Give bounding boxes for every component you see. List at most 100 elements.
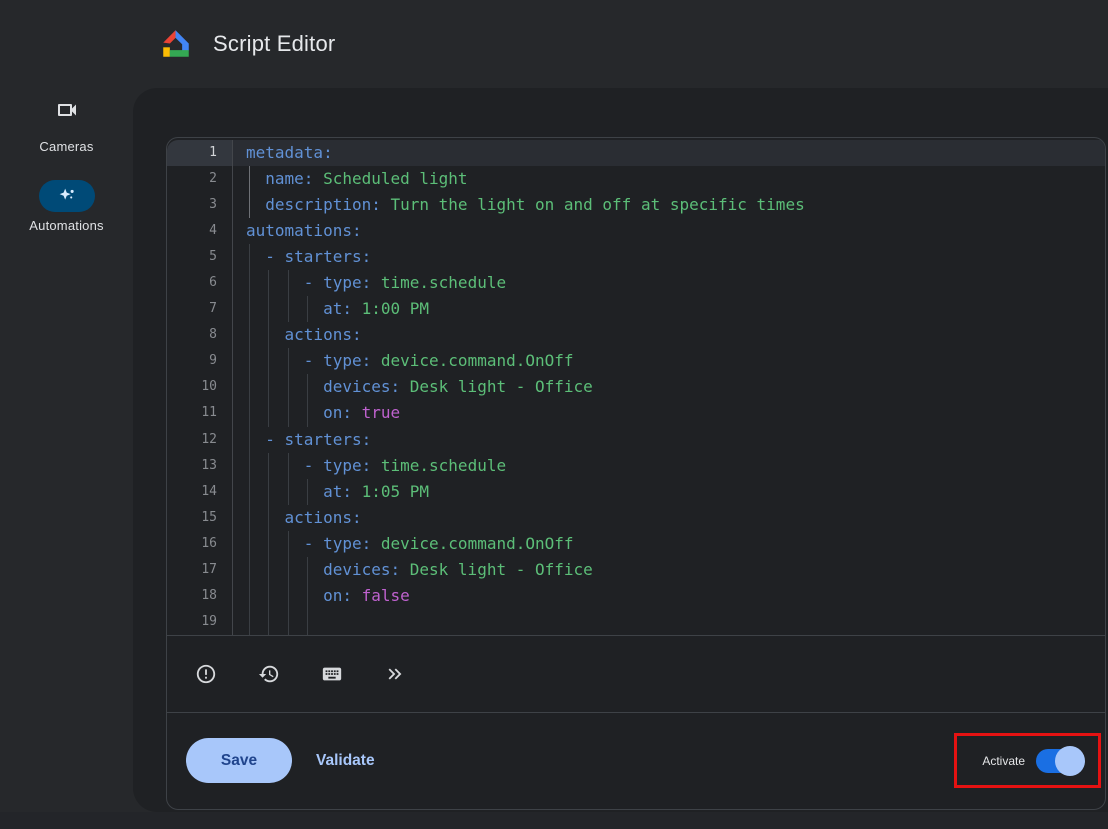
code-content: on: false — [233, 583, 1105, 609]
indent-guide — [268, 296, 269, 322]
indent-guide — [249, 166, 250, 192]
activate-highlight-box: Activate — [954, 733, 1101, 788]
line-number: 19 — [167, 609, 233, 635]
indent-guide — [288, 374, 289, 400]
indent-guide — [249, 270, 250, 296]
code-content: metadata: — [233, 140, 1105, 166]
indent-guide — [268, 453, 269, 479]
indent-guide — [249, 505, 250, 531]
line-number: 3 — [167, 192, 233, 218]
save-button[interactable]: Save — [186, 738, 292, 783]
indent-guide — [268, 374, 269, 400]
indent-guide — [249, 531, 250, 557]
code-content: - type: device.command.OnOff — [233, 348, 1105, 374]
code-content: actions: — [233, 505, 1105, 531]
indent-guide — [268, 557, 269, 583]
indent-guide — [249, 427, 250, 453]
code-line[interactable]: 1metadata: — [167, 140, 1105, 166]
line-number: 10 — [167, 374, 233, 400]
indent-guide — [288, 296, 289, 322]
indent-guide — [268, 531, 269, 557]
code-line[interactable]: 17 devices: Desk light - Office — [167, 557, 1105, 583]
code-line[interactable]: 11 on: true — [167, 400, 1105, 426]
indent-guide — [307, 557, 308, 583]
editor-toolbar — [167, 635, 1105, 712]
active-item-pill — [39, 180, 95, 212]
keyboard-icon[interactable] — [320, 662, 344, 686]
code-line[interactable]: 3 description: Turn the light on and off… — [167, 192, 1105, 218]
indent-guide — [307, 374, 308, 400]
indent-guide — [307, 609, 308, 635]
code-line[interactable]: 8 actions: — [167, 322, 1105, 348]
code-line[interactable]: 12 - starters: — [167, 427, 1105, 453]
line-number: 8 — [167, 322, 233, 348]
code-line[interactable]: 13 - type: time.schedule — [167, 453, 1105, 479]
indent-guide — [288, 609, 289, 635]
activate-toggle[interactable] — [1036, 749, 1082, 773]
indent-guide — [249, 322, 250, 348]
code-line[interactable]: 10 devices: Desk light - Office — [167, 374, 1105, 400]
code-line[interactable]: 6 - type: time.schedule — [167, 270, 1105, 296]
code-content: name: Scheduled light — [233, 166, 1105, 192]
code-content: - type: time.schedule — [233, 270, 1105, 296]
history-icon[interactable] — [257, 662, 281, 686]
line-number: 2 — [167, 166, 233, 192]
code-content: devices: Desk light - Office — [233, 557, 1105, 583]
sidebar-item-automations[interactable]: Automations — [0, 180, 133, 233]
indent-guide — [268, 348, 269, 374]
line-number: 13 — [167, 453, 233, 479]
indent-guide — [249, 583, 250, 609]
code-line[interactable]: 9 - type: device.command.OnOff — [167, 348, 1105, 374]
code-line[interactable]: 7 at: 1:00 PM — [167, 296, 1105, 322]
code-lines[interactable]: 1metadata:2 name: Scheduled light3 descr… — [167, 138, 1105, 635]
indent-guide — [268, 270, 269, 296]
code-content: - starters: — [233, 427, 1105, 453]
code-content: description: Turn the light on and off a… — [233, 192, 1105, 218]
script-editor-card: 1metadata:2 name: Scheduled light3 descr… — [166, 137, 1106, 810]
code-line[interactable]: 2 name: Scheduled light — [167, 166, 1105, 192]
app-header: Script Editor — [0, 0, 1108, 88]
indent-guide — [249, 192, 250, 218]
line-number: 14 — [167, 479, 233, 505]
code-content: - starters: — [233, 244, 1105, 270]
indent-guide — [249, 374, 250, 400]
code-line[interactable]: 5 - starters: — [167, 244, 1105, 270]
error-outline-icon[interactable] — [194, 662, 218, 686]
sidebar-item-cameras[interactable]: Cameras — [0, 98, 133, 154]
code-line[interactable]: 15 actions: — [167, 505, 1105, 531]
sidebar-item-label: Automations — [0, 218, 133, 233]
indent-guide — [268, 609, 269, 635]
indent-guide — [249, 479, 250, 505]
sparkle-icon — [56, 185, 78, 207]
code-content: on: true — [233, 400, 1105, 426]
videocam-icon — [55, 98, 79, 122]
code-content: at: 1:05 PM — [233, 479, 1105, 505]
action-bar: Save Validate Activate — [167, 712, 1105, 808]
code-line[interactable]: 19 — [167, 609, 1105, 635]
indent-guide — [249, 557, 250, 583]
google-home-logo — [159, 27, 193, 61]
code-line[interactable]: 14 at: 1:05 PM — [167, 479, 1105, 505]
indent-guide — [288, 479, 289, 505]
main-panel: 1metadata:2 name: Scheduled light3 descr… — [133, 88, 1108, 812]
indent-guide — [268, 400, 269, 426]
code-content: - type: device.command.OnOff — [233, 531, 1105, 557]
code-content: actions: — [233, 322, 1105, 348]
line-number: 4 — [167, 218, 233, 244]
indent-guide — [249, 296, 250, 322]
line-number: 1 — [167, 140, 233, 166]
line-number: 12 — [167, 427, 233, 453]
double-arrow-right-icon[interactable] — [383, 662, 407, 686]
indent-guide — [249, 453, 250, 479]
page-title: Script Editor — [213, 31, 335, 57]
code-content: at: 1:00 PM — [233, 296, 1105, 322]
bottom-strip — [0, 812, 1108, 829]
validate-button[interactable]: Validate — [302, 744, 389, 778]
code-line[interactable]: 4automations: — [167, 218, 1105, 244]
line-number: 5 — [167, 244, 233, 270]
indent-guide — [268, 479, 269, 505]
indent-guide — [307, 583, 308, 609]
line-number: 6 — [167, 270, 233, 296]
code-line[interactable]: 18 on: false — [167, 583, 1105, 609]
code-line[interactable]: 16 - type: device.command.OnOff — [167, 531, 1105, 557]
